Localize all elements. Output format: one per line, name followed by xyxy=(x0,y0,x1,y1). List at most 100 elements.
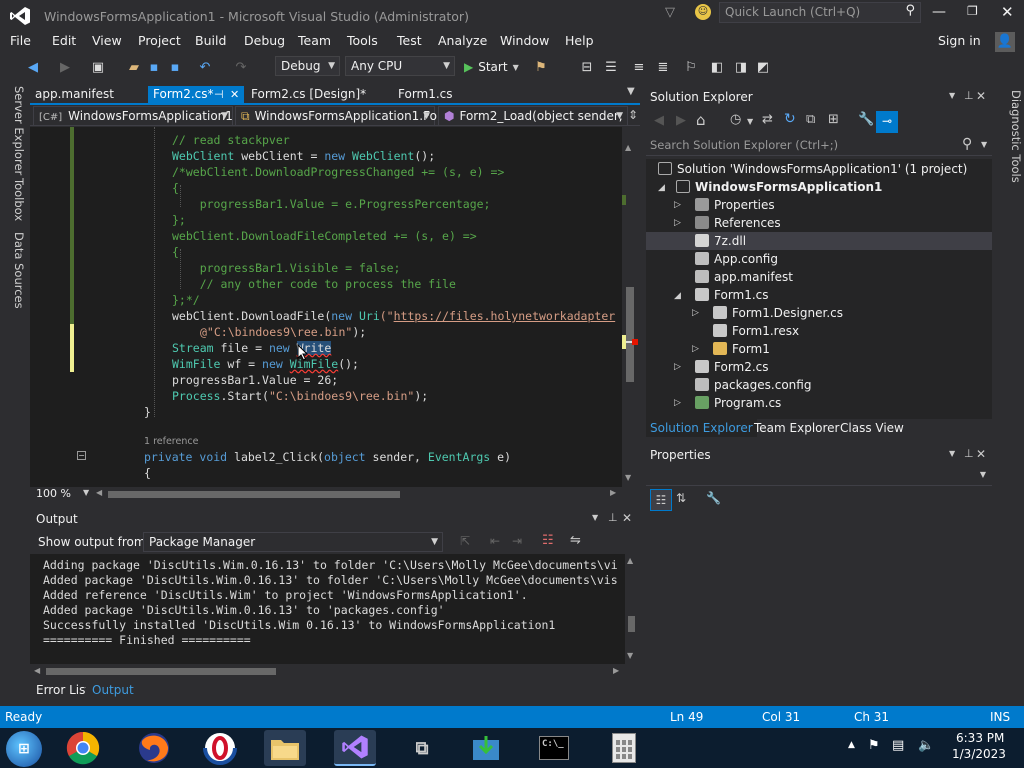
tree-item-7z-dll[interactable]: 7z.dll xyxy=(695,232,746,250)
feedback-smiley-icon[interactable]: ☺ xyxy=(695,4,711,20)
chevron-down-icon[interactable]: ▼ xyxy=(949,449,955,458)
tab-output-active[interactable]: Output xyxy=(86,680,140,700)
menu-view[interactable]: View xyxy=(92,33,122,48)
file-explorer-icon[interactable] xyxy=(264,730,306,766)
restore-button[interactable]: ❐ xyxy=(967,4,983,20)
command-prompt-icon[interactable]: C:\_ xyxy=(534,730,574,766)
find-prev-icon[interactable]: ⇤ xyxy=(490,534,500,548)
visual-studio-taskbar-icon[interactable] xyxy=(334,730,376,766)
chevron-down-icon[interactable]: ▼ xyxy=(592,513,598,522)
account-icon[interactable]: 👤 xyxy=(995,32,1015,52)
volume-icon[interactable]: 🔈 xyxy=(918,738,934,753)
menu-edit[interactable]: Edit xyxy=(52,33,76,48)
comment-icon[interactable]: ≡ xyxy=(630,58,648,76)
filter-icon[interactable]: ▽ xyxy=(665,5,675,20)
scroll-right-icon[interactable]: ▶ xyxy=(613,666,619,675)
menu-debug[interactable]: Debug xyxy=(244,33,285,48)
url-link[interactable]: https://files.holynetworkadapter xyxy=(394,309,616,323)
menu-file[interactable]: File xyxy=(10,33,31,48)
open-file-icon[interactable]: ▰ xyxy=(125,58,143,76)
editor-vertical-scrollbar[interactable]: ▲ ▼ xyxy=(622,127,638,487)
find-icon[interactable]: ⊟ xyxy=(578,58,596,76)
calculator-icon[interactable] xyxy=(604,730,644,766)
preview-selected-icon[interactable]: ⊸ xyxy=(876,111,898,133)
sync-icon[interactable]: ⇄ xyxy=(762,112,773,127)
tree-item-form1-designer[interactable]: Form1.Designer.cs xyxy=(713,304,843,322)
chevron-down-icon[interactable]: ▼ xyxy=(981,140,987,149)
menu-help[interactable]: Help xyxy=(565,33,594,48)
start-button[interactable]: ▶ Start ▼ xyxy=(464,58,519,76)
pin-icon[interactable]: ⊥ xyxy=(964,89,974,102)
collapsed-arrow-icon[interactable]: ▷ xyxy=(674,362,681,372)
word-wrap-icon[interactable]: ⇋ xyxy=(570,533,581,548)
scroll-down-icon[interactable]: ▼ xyxy=(625,473,631,482)
pin-icon[interactable]: ⊥ xyxy=(608,511,618,524)
opera-icon[interactable] xyxy=(200,730,240,766)
scroll-thumb[interactable] xyxy=(626,287,634,382)
scroll-down-icon[interactable]: ▼ xyxy=(627,651,633,660)
properties-object-dropdown[interactable]: ▼ xyxy=(646,466,992,486)
expanded-arrow-icon[interactable]: ◢ xyxy=(658,183,665,193)
close-icon[interactable]: ✕ xyxy=(622,511,632,525)
solution-config-dropdown[interactable]: Debug ▼ xyxy=(275,56,340,76)
scroll-left-icon[interactable]: ◀ xyxy=(96,488,102,497)
class-dropdown[interactable]: ⧉ WindowsFormsApplication1.Fo ▼ xyxy=(235,106,437,126)
toolbox-tab[interactable]: Toolbox xyxy=(4,178,26,221)
downloads-app-icon[interactable] xyxy=(466,730,506,766)
pending-changes-icon[interactable]: ◷ xyxy=(730,112,741,127)
tab-form1-cs[interactable]: Form1.cs xyxy=(393,86,493,103)
tree-item-app-config[interactable]: App.config xyxy=(695,250,778,268)
refresh-icon[interactable]: ↻ xyxy=(784,111,796,127)
menu-tools[interactable]: Tools xyxy=(347,33,378,48)
scroll-up-icon[interactable]: ▲ xyxy=(627,556,633,565)
tree-item-program-cs[interactable]: Program.cs xyxy=(695,394,781,412)
pin-icon[interactable]: ⊣ xyxy=(214,86,224,103)
scroll-left-icon[interactable]: ◀ xyxy=(34,666,40,675)
close-icon[interactable]: ✕ xyxy=(976,447,986,461)
expanded-arrow-icon[interactable]: ◢ xyxy=(674,291,681,301)
member-dropdown[interactable]: ⬢ Form2_Load(object sender, Eve▼ xyxy=(438,106,628,126)
tree-item-project[interactable]: WindowsFormsApplication1 xyxy=(676,178,882,196)
platform-dropdown[interactable]: Any CPU ▼ xyxy=(345,56,455,76)
menu-analyze[interactable]: Analyze xyxy=(438,33,487,48)
alphabetical-icon[interactable]: ⇅ xyxy=(676,491,686,505)
collapsed-arrow-icon[interactable]: ▷ xyxy=(692,308,699,318)
collapsed-arrow-icon[interactable]: ▷ xyxy=(674,200,681,210)
horizontal-scroll-thumb[interactable] xyxy=(108,491,400,498)
sign-in-link[interactable]: Sign in xyxy=(938,33,981,48)
scroll-thumb[interactable] xyxy=(46,668,276,675)
show-hidden-icons-icon[interactable]: ▲ xyxy=(848,740,855,750)
tab-overflow-dropdown-icon[interactable]: ▼ xyxy=(627,86,635,97)
scroll-thumb[interactable] xyxy=(628,616,635,632)
forward-icon[interactable]: ▶ xyxy=(676,113,686,128)
start-button-icon[interactable]: ⊞ xyxy=(6,731,42,767)
save-icon[interactable]: ▪ xyxy=(145,58,163,76)
tab-solution-explorer-active[interactable]: Solution Explorer xyxy=(646,419,757,437)
tree-item-form1-resx[interactable]: Form1.resx xyxy=(713,322,799,340)
search-icon[interactable]: ⚲ xyxy=(962,136,972,152)
menu-project[interactable]: Project xyxy=(138,33,181,48)
solution-search-box[interactable]: Search Solution Explorer (Ctrl+;) ⚲ ▼ xyxy=(646,136,992,156)
menu-team[interactable]: Team xyxy=(298,33,331,48)
pin-icon[interactable]: ⊥ xyxy=(964,447,974,460)
go-to-location-icon[interactable]: ⇱ xyxy=(460,534,470,548)
task-view-icon[interactable]: ⧉ xyxy=(402,730,442,766)
menu-build[interactable]: Build xyxy=(195,33,226,48)
menu-test[interactable]: Test xyxy=(397,33,422,48)
diagnostic-tools-tab[interactable]: Diagnostic Tools xyxy=(1001,90,1023,183)
tab-team-explorer[interactable]: Team Explorer xyxy=(750,419,844,437)
clear-all-icon[interactable]: ☷ xyxy=(542,533,554,548)
server-explorer-tab[interactable]: Server Explorer xyxy=(4,86,26,175)
home-icon[interactable]: ⌂ xyxy=(696,111,706,129)
tree-item-form1-class[interactable]: Form1 xyxy=(713,340,770,358)
taskbar-date[interactable]: 1/3/2023 xyxy=(952,747,1006,761)
tab-form2-cs-active[interactable]: Form2.cs* ⊣ ✕ xyxy=(148,86,244,105)
undo-icon[interactable]: ↶ xyxy=(196,58,214,76)
tree-item-references[interactable]: References xyxy=(695,214,781,232)
tree-item-form2-cs[interactable]: Form2.cs xyxy=(695,358,769,376)
categorized-icon[interactable]: ☷ xyxy=(650,489,672,511)
indent-icon[interactable]: ☰ xyxy=(602,58,620,76)
forward-icon[interactable]: ▶ xyxy=(56,58,74,76)
chevron-down-icon[interactable]: ▼ xyxy=(949,91,955,100)
chrome-icon[interactable] xyxy=(64,730,102,766)
